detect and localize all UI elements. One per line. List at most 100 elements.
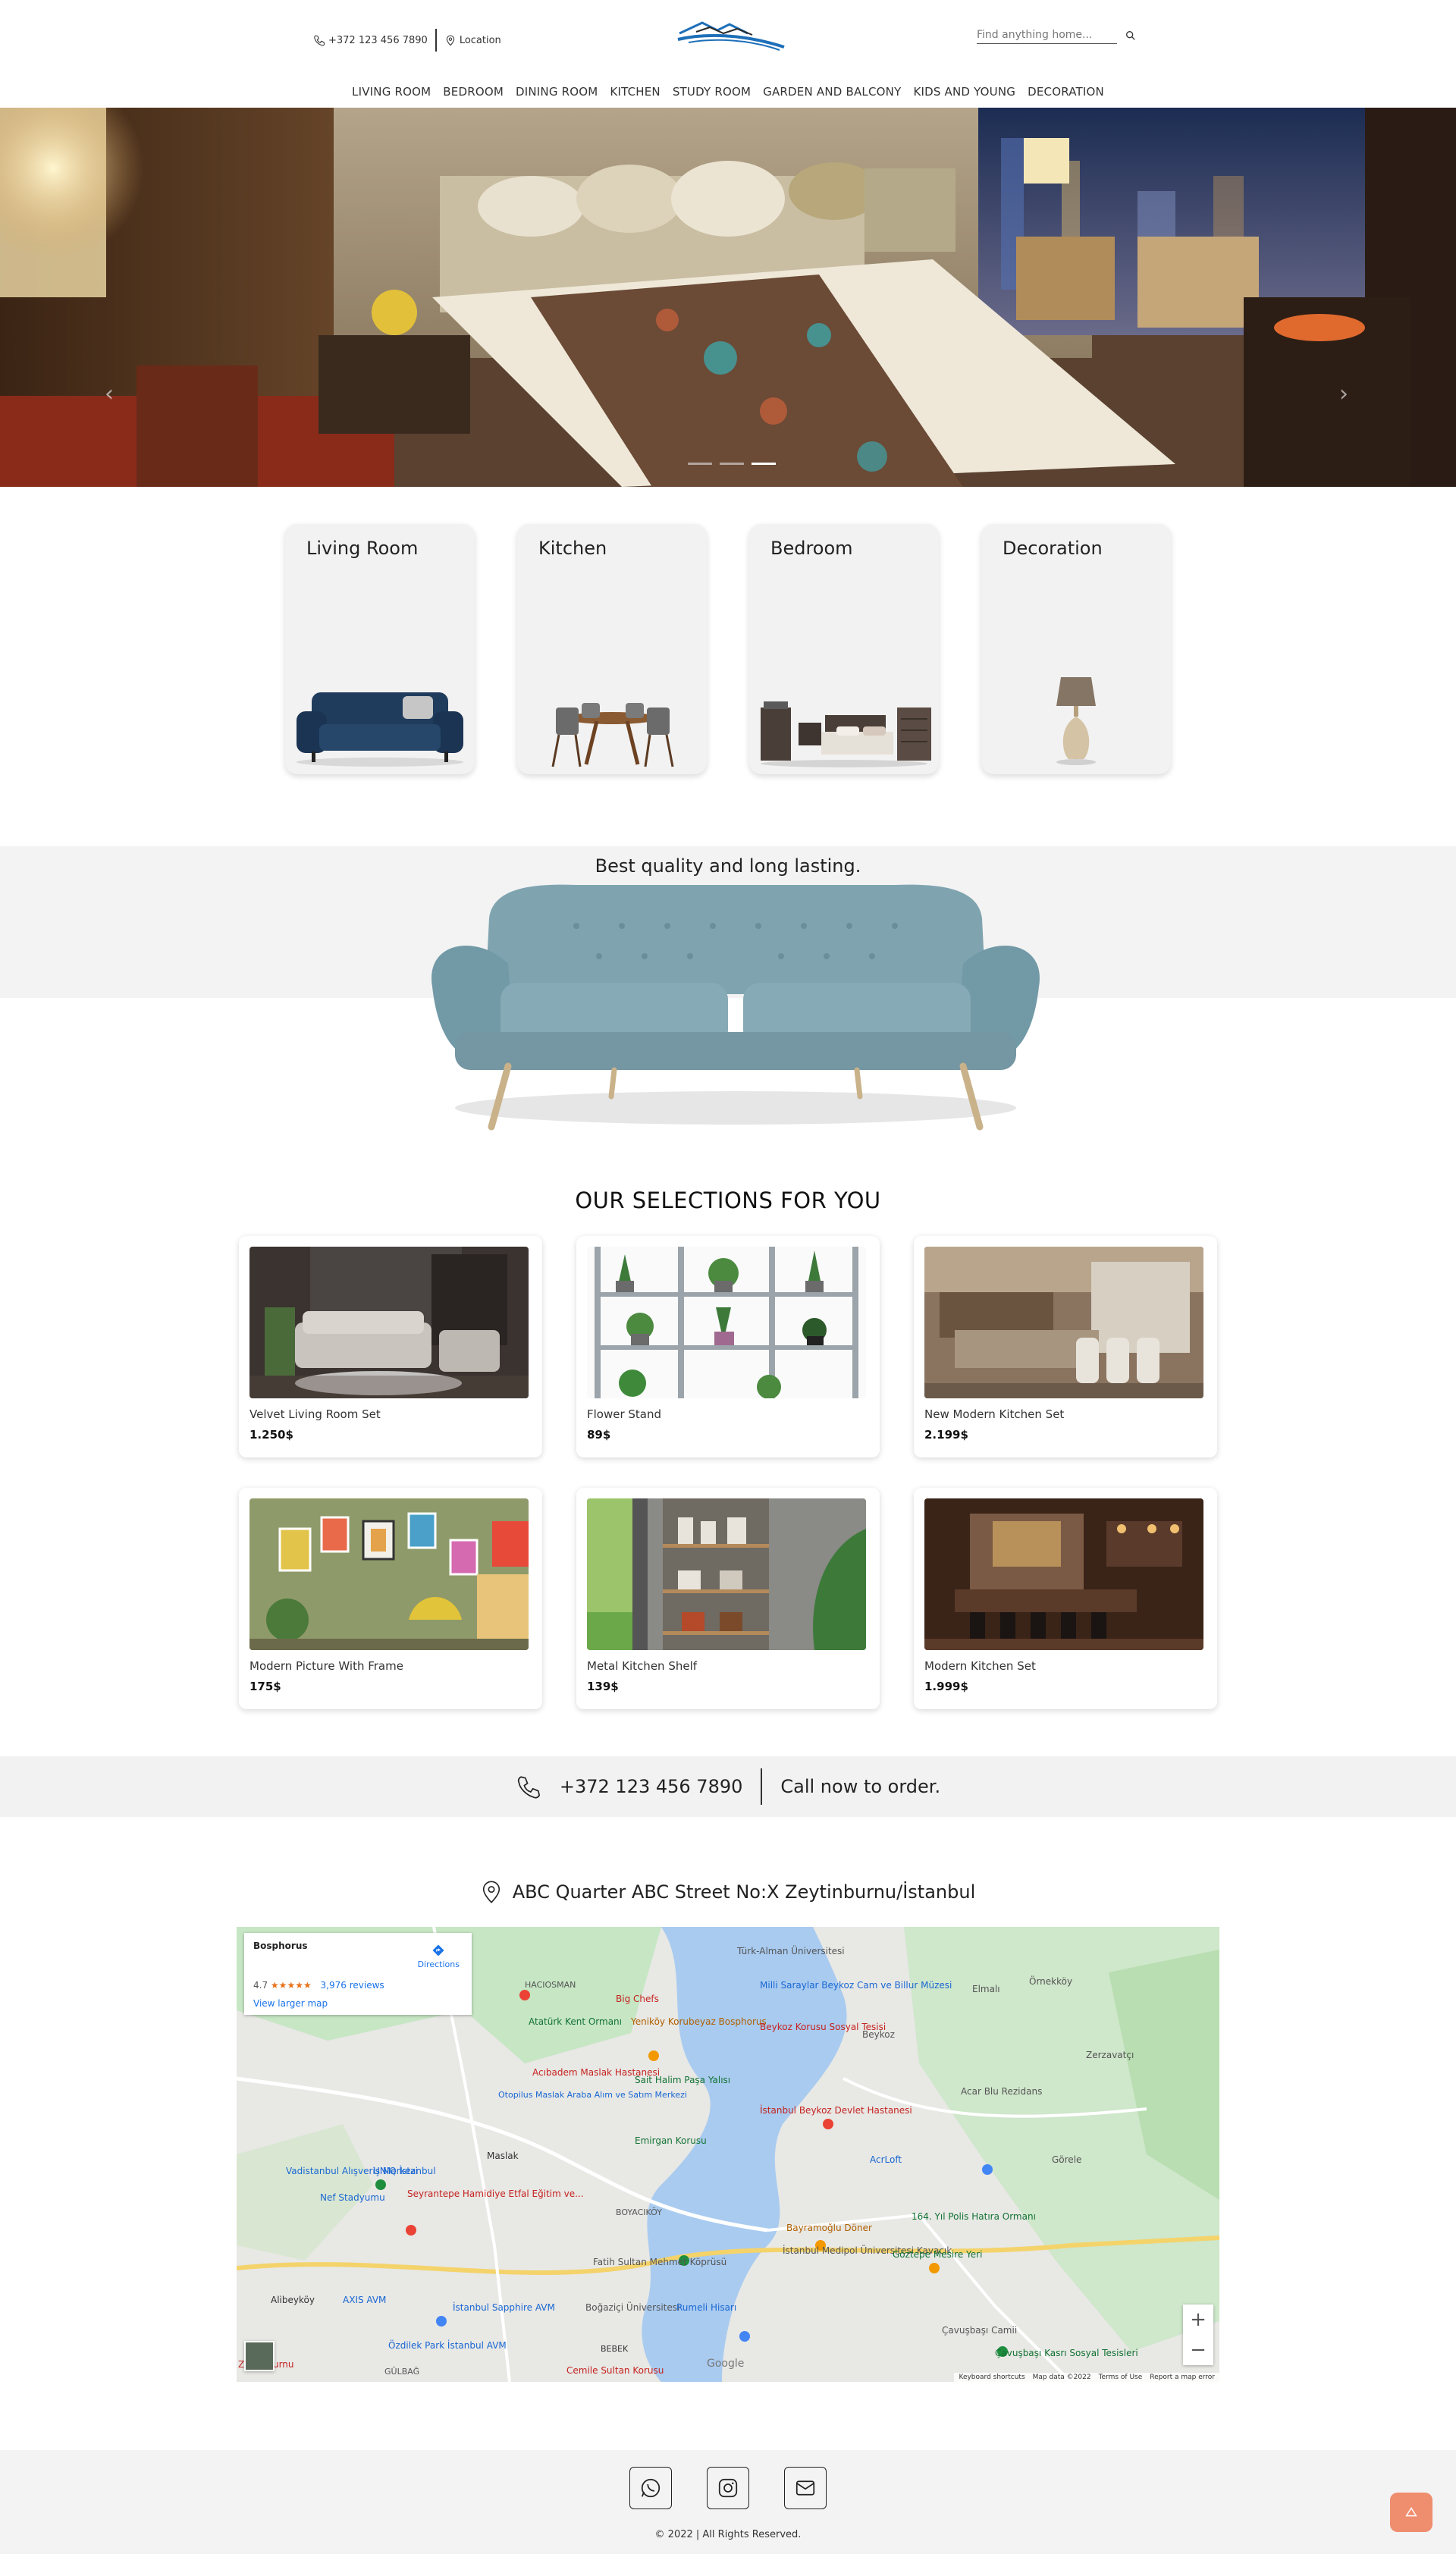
map-data-text: Map data ©2022 [1032, 2374, 1091, 2381]
product-card[interactable]: Modern Picture With Frame 175$ [239, 1488, 542, 1709]
main-nav: LIVING ROOM BEDROOM DINING ROOM KITCHEN … [0, 76, 1456, 108]
sofa-hero-image [425, 880, 1046, 1164]
carousel-prev-arrow[interactable]: ‹ [105, 381, 114, 407]
address-line: ABC Quarter ABC Street No:X Zeytinburnu/… [0, 1880, 1456, 1904]
product-image-picture-frame [249, 1498, 529, 1650]
email-button[interactable] [784, 2467, 827, 2509]
product-grid: Velvet Living Room Set 1.250$ Flower Sta… [239, 1236, 1217, 1709]
product-name: Modern Kitchen Set [924, 1659, 1036, 1673]
envelope-icon [795, 2480, 815, 2496]
nav-dining-room[interactable]: DINING ROOM [516, 85, 598, 99]
nav-study-room[interactable]: STUDY ROOM [673, 85, 751, 99]
contact-divider [435, 29, 437, 52]
carousel-dot-3-active[interactable] [752, 463, 776, 465]
nav-kitchen[interactable]: KITCHEN [610, 85, 660, 99]
bedroom-set-image [749, 654, 939, 768]
site-logo[interactable] [673, 17, 787, 55]
dining-table-image [517, 654, 707, 768]
rating-value: 4.7 [253, 1980, 268, 1991]
product-card[interactable]: Metal Kitchen Shelf 139$ [576, 1488, 880, 1709]
keyboard-shortcuts-link[interactable]: Keyboard shortcuts [959, 2374, 1025, 2381]
product-price: 1.250$ [249, 1428, 293, 1442]
phone-icon [516, 1774, 541, 1799]
whatsapp-button[interactable] [629, 2467, 672, 2509]
zoom-in-button[interactable]: + [1190, 2308, 1207, 2331]
sofa-image [285, 654, 475, 768]
call-cta-text: Call now to order. [780, 1776, 941, 1797]
back-to-top-button[interactable] [1390, 2493, 1432, 2532]
product-card[interactable]: Velvet Living Room Set 1.250$ [239, 1236, 542, 1457]
product-image-modern-kitchen [924, 1247, 1203, 1398]
category-card-decoration[interactable]: Decoration [981, 524, 1171, 774]
google-logo: Google [707, 2358, 745, 2370]
search-input[interactable] [977, 27, 1117, 44]
product-image-flower-stand [587, 1247, 866, 1398]
product-card[interactable]: New Modern Kitchen Set 2.199$ [914, 1236, 1217, 1457]
map-zoom-controls: + − [1183, 2305, 1213, 2365]
triangle-up-icon [1405, 2507, 1417, 2517]
terms-link[interactable]: Terms of Use [1099, 2374, 1143, 2381]
address-text: ABC Quarter ABC Street No:X Zeytinburnu/… [512, 1881, 976, 1903]
phone-icon [313, 34, 325, 46]
product-price: 2.199$ [924, 1428, 968, 1442]
nav-kids-young[interactable]: KIDS AND YOUNG [913, 85, 1015, 99]
category-label: Bedroom [770, 538, 853, 559]
contact-info: +372 123 456 7890 Location [313, 29, 501, 52]
social-links [0, 2450, 1456, 2509]
directions-button[interactable]: Directions [418, 1944, 460, 1969]
map-attribution: Keyboard shortcuts Map data ©2022 Terms … [954, 2373, 1219, 2382]
category-card-living-room[interactable]: Living Room [285, 524, 475, 774]
site-footer: © 2022 | All Rights Reserved. [0, 2450, 1456, 2554]
zoom-out-button[interactable]: − [1190, 2339, 1207, 2361]
category-cards: Living Room Kitchen Bedroom Decoration [0, 524, 1456, 774]
product-name: Velvet Living Room Set [249, 1407, 381, 1421]
carousel-dot-1[interactable] [688, 463, 712, 465]
report-error-link[interactable]: Report a map error [1150, 2374, 1215, 2381]
map-rating: 4.7 ★★★★★ 3,976 reviews [253, 1980, 463, 1991]
header-phone[interactable]: +372 123 456 7890 [328, 35, 428, 46]
reviews-link[interactable]: 3,976 reviews [321, 1980, 384, 1991]
product-name: Metal Kitchen Shelf [587, 1659, 698, 1673]
view-larger-map-link[interactable]: View larger map [253, 1998, 463, 2009]
product-image-metal-shelf [587, 1498, 866, 1650]
category-card-bedroom[interactable]: Bedroom [749, 524, 939, 774]
carousel-indicators [688, 463, 776, 465]
nav-living-room[interactable]: LIVING ROOM [352, 85, 431, 99]
carousel-dot-2[interactable] [720, 463, 744, 465]
product-name: Flower Stand [587, 1407, 662, 1421]
header-location-link[interactable]: Location [460, 35, 501, 46]
promo-headline: Best quality and long lasting. [595, 855, 861, 877]
nav-garden-balcony[interactable]: GARDEN AND BALCONY [763, 85, 901, 99]
category-card-kitchen[interactable]: Kitchen [517, 524, 707, 774]
whatsapp-icon [641, 2478, 661, 2498]
embedded-map[interactable]: Türk-Alman Üniversitesi Milli Saraylar B… [237, 1927, 1219, 2382]
product-price: 139$ [587, 1680, 619, 1693]
product-card[interactable]: Flower Stand 89$ [576, 1236, 880, 1457]
call-divider [761, 1768, 763, 1805]
category-label: Decoration [1003, 538, 1103, 559]
product-name: Modern Picture With Frame [249, 1659, 403, 1673]
map-layer-toggle[interactable] [244, 2341, 275, 2371]
product-price: 89$ [587, 1428, 611, 1442]
product-price: 175$ [249, 1680, 281, 1693]
product-image-living-room [249, 1247, 529, 1398]
call-to-order-bar: +372 123 456 7890 Call now to order. [0, 1756, 1456, 1817]
instagram-button[interactable] [707, 2467, 749, 2509]
call-phone-number[interactable]: +372 123 456 7890 [560, 1776, 743, 1797]
product-image-kitchen-set [924, 1498, 1203, 1650]
instagram-icon [718, 2478, 738, 2498]
product-name: New Modern Kitchen Set [924, 1407, 1065, 1421]
search-icon[interactable] [1123, 28, 1138, 43]
carousel-next-arrow[interactable]: › [1339, 381, 1348, 407]
promo-banner: Best quality and long lasting. [0, 846, 1456, 1165]
product-price: 1.999$ [924, 1680, 968, 1693]
nav-bedroom[interactable]: BEDROOM [443, 85, 504, 99]
product-card[interactable]: Modern Kitchen Set 1.999$ [914, 1488, 1217, 1709]
selections-title: OUR SELECTIONS FOR YOU [575, 1188, 881, 1213]
star-rating-icon: ★★★★★ [270, 1980, 312, 1991]
hero-bedroom-image [0, 108, 1456, 487]
category-label: Living Room [306, 538, 419, 559]
category-label: Kitchen [538, 538, 607, 559]
lamp-image [981, 654, 1171, 768]
nav-decoration[interactable]: DECORATION [1028, 85, 1104, 99]
